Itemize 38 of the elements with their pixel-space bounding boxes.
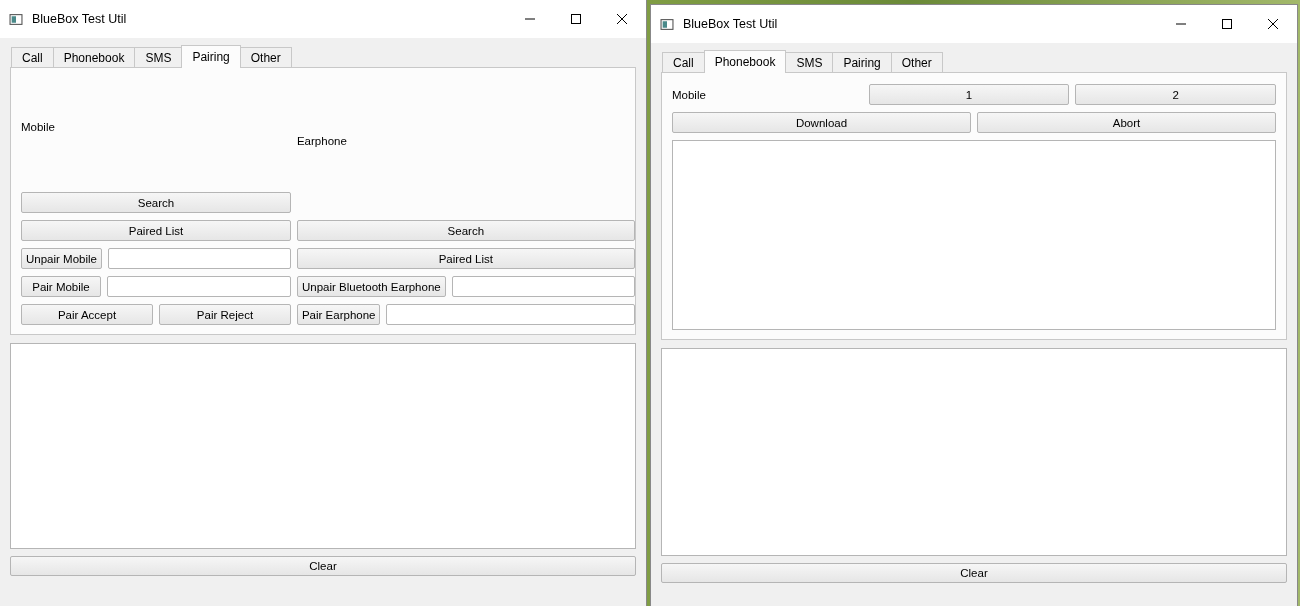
push-button[interactable]: Pair Accept (21, 304, 153, 325)
push-button[interactable]: 2 (1075, 84, 1276, 105)
text-field[interactable] (451, 276, 635, 297)
maximize-icon[interactable] (570, 13, 582, 25)
push-button[interactable]: Paired List (21, 220, 291, 241)
close-icon[interactable] (616, 13, 628, 25)
push-button[interactable]: Pair Mobile (21, 276, 101, 297)
text-field[interactable] (107, 276, 291, 297)
tab[interactable]: Other (890, 52, 943, 72)
push-button[interactable]: 1 (868, 84, 1070, 105)
push-button[interactable]: Unpair Bluetooth Earphone (296, 276, 446, 297)
field-label: Mobile (672, 87, 707, 103)
tab[interactable]: Pairing (181, 45, 241, 68)
push-button[interactable]: Search (21, 192, 291, 213)
clear-button[interactable]: Clear (10, 556, 636, 576)
push-button[interactable]: Pair Reject (159, 304, 291, 325)
tab[interactable]: Call (662, 52, 705, 72)
clear-button[interactable]: Clear (661, 563, 1287, 583)
app-icon (660, 17, 674, 31)
tab[interactable]: Other (239, 47, 292, 67)
app-icon (9, 12, 23, 26)
push-button[interactable]: Search (296, 220, 635, 241)
text-field[interactable] (386, 304, 635, 325)
close-icon[interactable] (1267, 18, 1279, 30)
section-label: Earphone (296, 134, 347, 147)
section-label: Mobile (21, 120, 55, 133)
push-button[interactable]: Download (672, 112, 971, 133)
maximize-icon[interactable] (1221, 18, 1233, 30)
text-field[interactable] (107, 248, 291, 269)
push-button[interactable]: Abort (977, 112, 1276, 133)
push-button[interactable]: Paired List (296, 248, 635, 269)
tab[interactable]: Call (11, 47, 54, 67)
window-title: BlueBox Test Util (683, 17, 778, 31)
tab[interactable]: Pairing (832, 52, 892, 72)
push-button[interactable]: Unpair Mobile (21, 248, 102, 269)
window-title: BlueBox Test Util (32, 12, 127, 26)
push-button[interactable]: Pair Earphone (296, 304, 381, 325)
tab[interactable]: Phonebook (703, 50, 787, 73)
